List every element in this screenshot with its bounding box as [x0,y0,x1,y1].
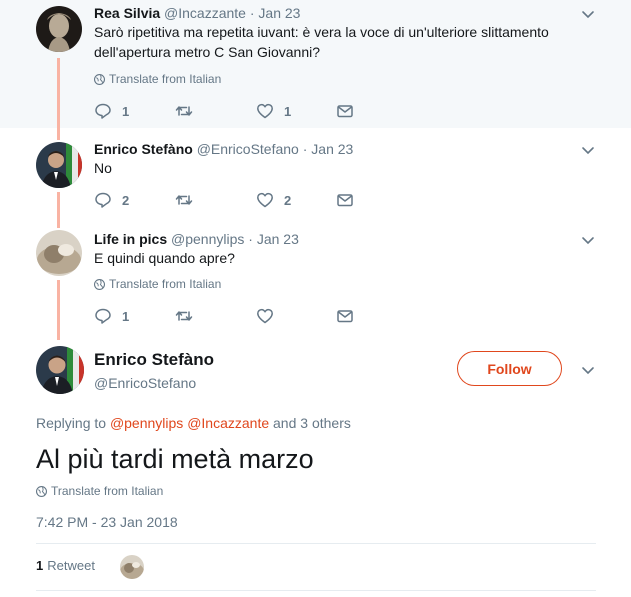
retweet-label: Retweet [47,558,95,573]
translate-label: Translate from Italian [109,72,222,86]
translate-label: Translate from Italian [109,277,222,291]
replying-prefix: Replying to [36,415,107,431]
retweet-button[interactable] [175,191,203,209]
author-name[interactable]: Life in pics [94,231,167,247]
retweet-stats[interactable]: 1 Retweet [36,558,95,573]
divider [36,590,596,591]
author-name[interactable]: Enrico Stefàno [94,141,193,157]
mention-link[interactable]: @Incazzante [187,415,269,431]
retweet-icon [175,311,193,321]
statue-avatar[interactable] [36,6,82,52]
replying-others[interactable]: and 3 others [273,415,351,431]
envelope-icon [337,194,353,207]
author-handle[interactable]: @EnricoStefano [197,141,299,157]
tweet-header: Enrico Stefàno @EnricoStefano · Jan 23 [94,141,353,157]
translate-link[interactable]: Translate from Italian [36,484,163,498]
photo-avatar[interactable] [36,230,82,276]
retweet-icon [175,195,193,205]
author-handle[interactable]: @pennylips [171,231,244,247]
retweet-button[interactable] [175,102,203,120]
envelope-icon [337,310,353,323]
reply-button[interactable]: 1 [94,102,129,120]
retweet-icon [175,106,193,116]
reply-count: 1 [122,103,130,119]
reply-icon [95,308,111,324]
tweet-header: Life in pics @pennylips · Jan 23 [94,231,299,247]
chevron-down-icon[interactable] [580,142,596,158]
author-name[interactable]: Enrico Stefàno [94,350,214,370]
reply-count: 1 [122,308,130,324]
author-handle[interactable]: @Incazzante [164,5,246,21]
translate-link[interactable]: Translate from Italian [94,72,221,86]
retweeter-avatar[interactable] [120,555,144,579]
reply-count: 2 [122,192,130,208]
translate-label: Translate from Italian [51,484,164,498]
thread-tweet-2[interactable]: Enrico Stefàno @EnricoStefano · Jan 23 N… [0,128,631,218]
heart-icon [257,192,273,208]
tweet-header: Rea Silvia @Incazzante · Jan 23 [94,5,300,21]
globe-icon [94,73,105,85]
heart-icon [257,103,273,119]
tweet-date[interactable]: Jan 23 [257,231,299,247]
separator-dot: · [248,231,253,247]
author-handle[interactable]: @EnricoStefano [94,375,196,391]
reply-button[interactable]: 2 [94,191,129,209]
globe-icon [36,485,47,497]
thread-tweet-3[interactable]: Life in pics @pennylips · Jan 23 E quind… [0,218,631,340]
tweet-text: No [94,160,112,176]
tweet-text: E quindi quando apre? [94,250,235,266]
tweet-date[interactable]: Jan 23 [311,141,353,157]
envelope-icon [337,105,353,118]
thread-connector [57,192,60,218]
thread-connector [57,280,60,340]
separator-dot: · [302,141,308,157]
like-button[interactable]: 2 [256,191,291,209]
reply-button[interactable]: 1 [94,307,129,325]
like-button[interactable] [256,307,284,325]
reply-icon [95,192,111,208]
mention-link[interactable]: @pennylips [110,415,183,431]
thread-connector [57,218,60,228]
translate-link[interactable]: Translate from Italian [94,277,221,291]
follow-button[interactable]: Follow [457,351,562,386]
tweet-text: Sarò ripetitiva ma repetita iuvant: è ve… [94,24,549,60]
portrait-avatar[interactable] [36,346,84,394]
thread-connector [57,128,60,140]
chevron-down-icon[interactable] [580,362,596,378]
tweet-text: Al più tardi metà marzo [36,444,314,474]
direct-message-button[interactable] [336,191,354,209]
reply-icon [95,103,111,119]
direct-message-button[interactable] [336,307,354,325]
like-count: 2 [284,192,292,208]
heart-icon [257,308,273,324]
thread-connector [57,58,60,128]
direct-message-button[interactable] [336,102,354,120]
portrait-avatar[interactable] [36,142,82,188]
separator-dot: · [249,5,255,21]
like-count: 1 [284,103,292,119]
like-button[interactable]: 1 [256,102,291,120]
divider [36,543,596,544]
tweet-timestamp[interactable]: 7:42 PM - 23 Jan 2018 [36,514,178,530]
thread-tweet-1[interactable]: Rea Silvia @Incazzante · Jan 23 Sarò rip… [0,0,631,128]
chevron-down-icon[interactable] [580,6,596,22]
globe-icon [94,278,105,290]
chevron-down-icon[interactable] [580,232,596,248]
author-name[interactable]: Rea Silvia [94,5,160,21]
tweet-date[interactable]: Jan 23 [258,5,300,21]
retweet-count: 1 [36,558,44,573]
retweet-button[interactable] [175,307,203,325]
replying-to: Replying to @pennylips @Incazzante and 3… [36,415,351,431]
